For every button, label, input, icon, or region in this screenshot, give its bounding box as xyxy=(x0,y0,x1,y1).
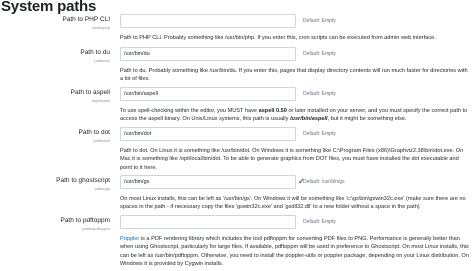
pathtophp-input[interactable] xyxy=(120,14,296,28)
setting-varname: pathtodot xyxy=(93,138,110,143)
description-text: , but it might be something else. xyxy=(327,116,407,123)
setting-label: Path to du xyxy=(80,49,110,56)
pathtogs-input[interactable] xyxy=(120,175,296,189)
default-value: Default: Empty xyxy=(303,131,336,137)
setting-description: To use spell-checking within the editor,… xyxy=(120,107,470,124)
setting-label: Path to ghostscript xyxy=(56,177,110,184)
aspellpath-input[interactable] xyxy=(120,87,296,101)
setting-label: Path to dot xyxy=(78,129,110,136)
setting-description: Poppler is a PDF rendering library which… xyxy=(120,235,470,269)
description-emphasis: /usr/bin/aspell xyxy=(289,116,328,123)
setting-description: Path to PHP CLI. Probably something like… xyxy=(120,35,436,41)
default-value: Default: /usr/bin/gs xyxy=(303,179,345,185)
default-value: Default: Empty xyxy=(303,219,336,225)
default-value: Default: Empty xyxy=(303,91,336,97)
description-emphasis: aspell 0.50 xyxy=(258,108,287,114)
pathtopdftoppm-input[interactable] xyxy=(120,215,296,229)
poppler-link[interactable]: Poppler xyxy=(120,236,139,242)
setting-varname: pathtogs xyxy=(94,186,110,191)
setting-label: Path to PHP CLI xyxy=(62,16,110,23)
pathtodot-input[interactable] xyxy=(120,127,296,141)
setting-description: On most Linux installs, this can be left… xyxy=(120,196,466,211)
setting-varname: pathtophp xyxy=(92,25,110,30)
setting-description: Path to du. Probably something like /usr… xyxy=(120,68,468,83)
setting-label: Path to aspell xyxy=(70,89,110,96)
default-value: Default: Empty xyxy=(303,51,336,57)
description-text: is a PDF rendering library which include… xyxy=(120,236,469,268)
setting-varname: pathtopdftoppm xyxy=(82,226,110,231)
default-value: Default: Empty xyxy=(303,18,336,24)
setting-varname: pathtodu xyxy=(94,58,110,63)
pathtodu-input[interactable] xyxy=(120,47,296,61)
setting-varname: aspellpath xyxy=(91,98,110,103)
description-text: To use spell-checking within the editor,… xyxy=(120,108,259,114)
setting-description: Path to dot. On Linux it is something li… xyxy=(120,148,464,171)
setting-label: Path to pdftoppm xyxy=(60,217,110,224)
page-title: System paths xyxy=(1,0,97,15)
